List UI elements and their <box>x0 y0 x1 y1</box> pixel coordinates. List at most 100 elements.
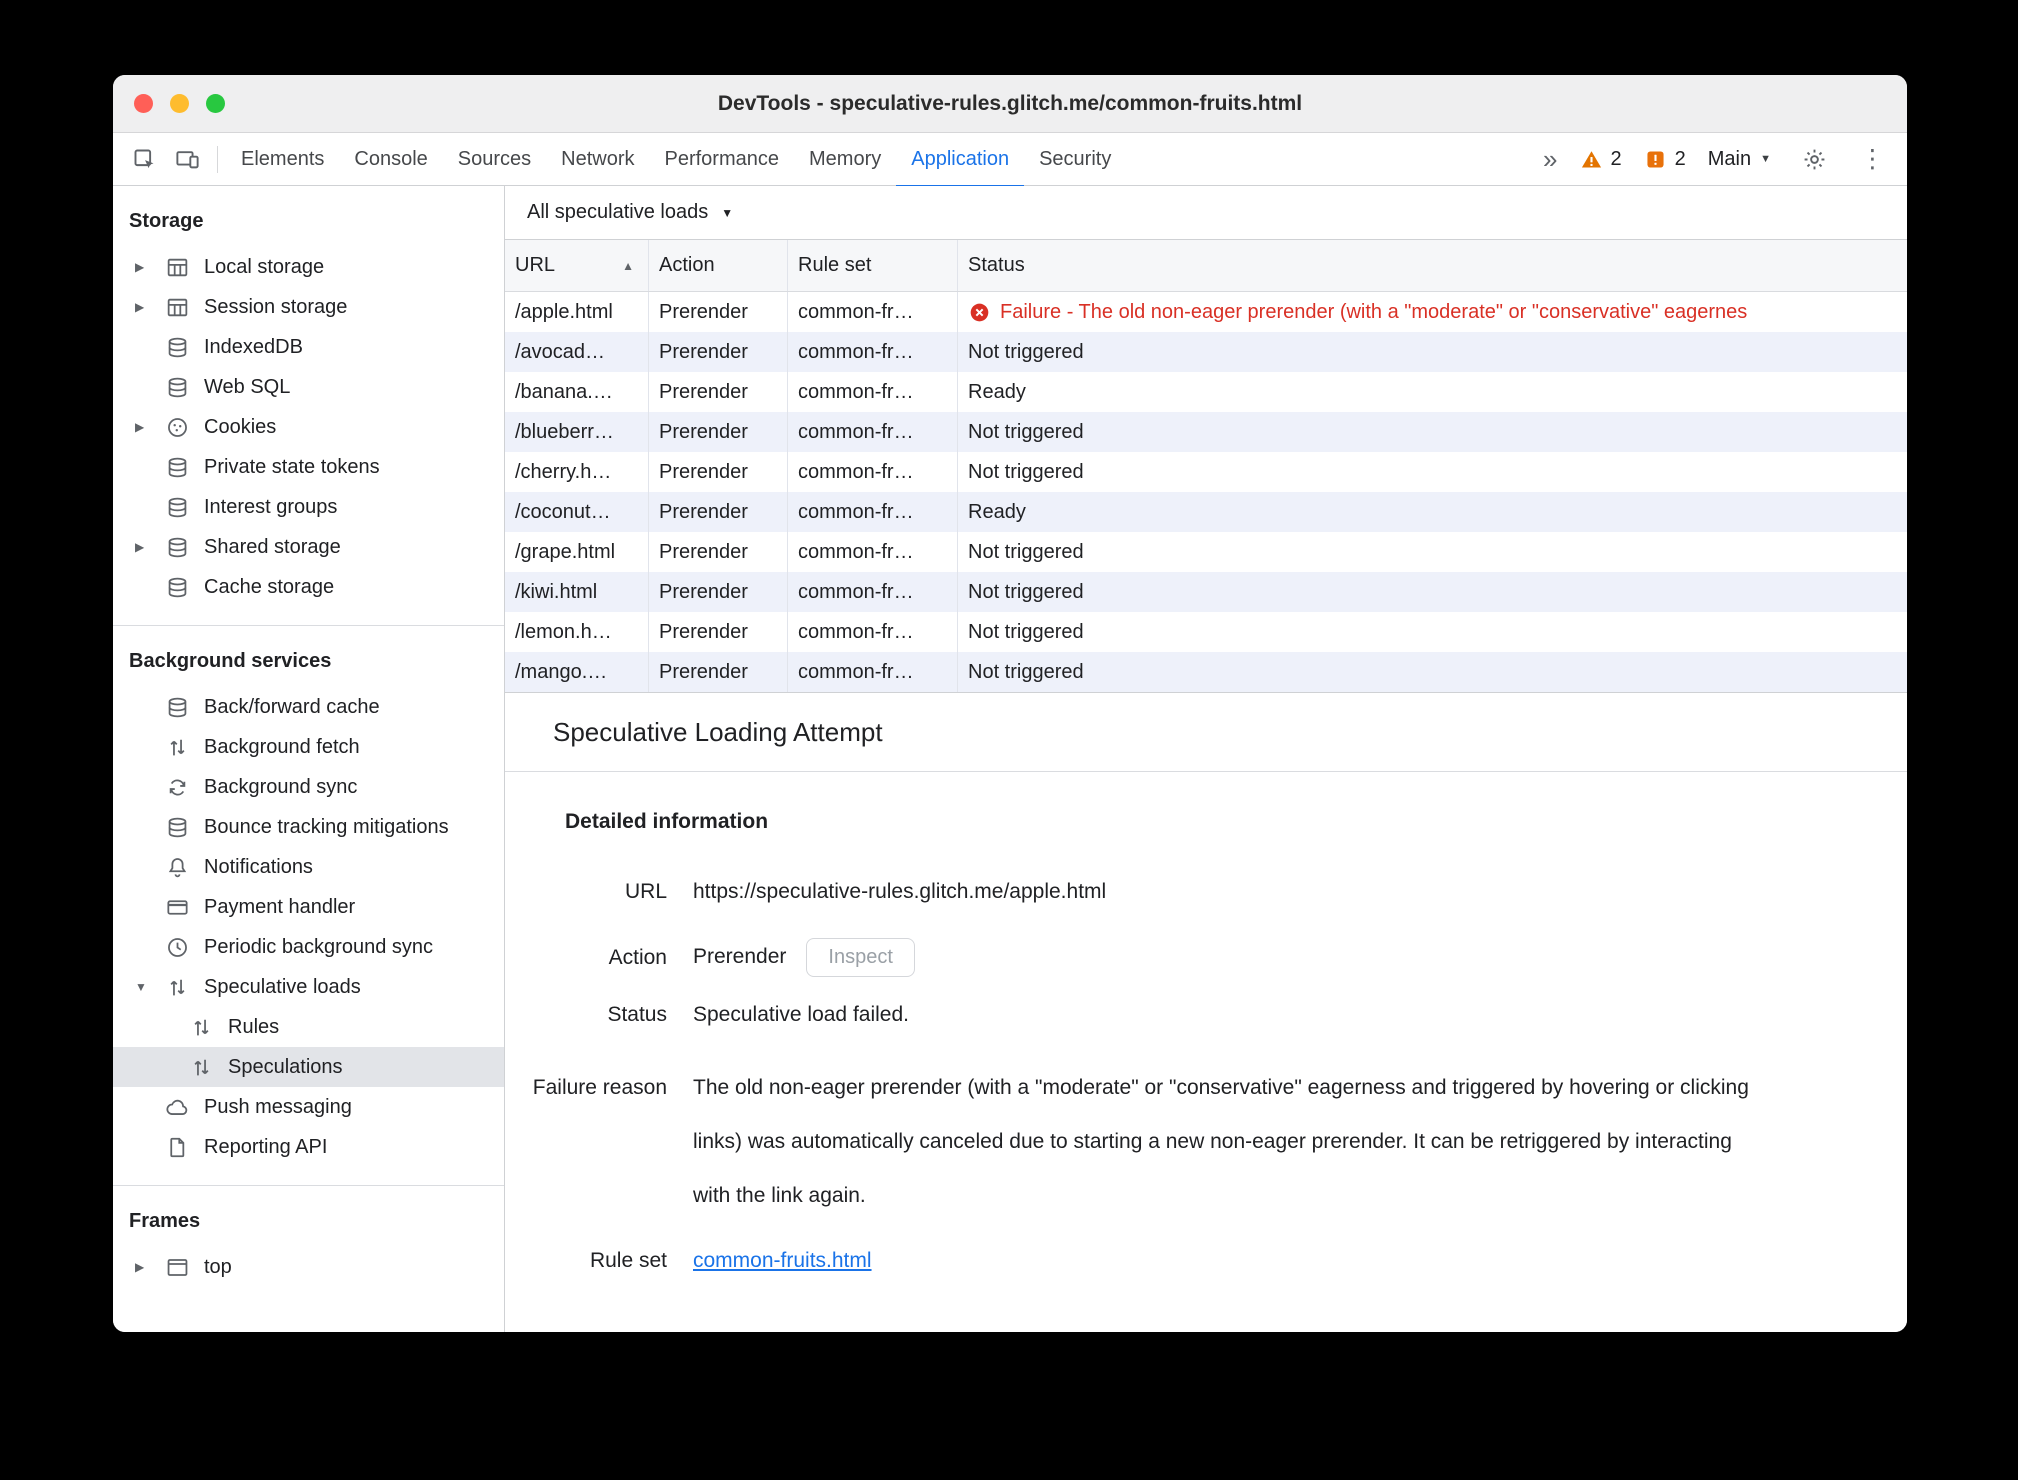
table-row[interactable]: /apple.html Prerender common-fr… Failure… <box>505 292 1907 332</box>
column-header-action[interactable]: Action <box>649 240 788 291</box>
tab-network[interactable]: Network <box>546 130 649 188</box>
minimize-window-button[interactable] <box>170 94 189 113</box>
warning-count: 2 <box>1610 147 1622 170</box>
detail-url-value: https://speculative-rules.glitch.me/appl… <box>693 880 1107 903</box>
expand-icon[interactable]: ▶ <box>135 300 165 314</box>
sidebar-item-background-sync[interactable]: Background sync <box>113 767 504 807</box>
tab-performance[interactable]: Performance <box>650 130 795 188</box>
sidebar-item-interest-groups[interactable]: Interest groups <box>113 487 504 527</box>
database-icon <box>165 335 190 360</box>
sidebar-item-periodic-background-sync[interactable]: Periodic background sync <box>113 927 504 967</box>
sidebar-item-private-state-tokens[interactable]: Private state tokens <box>113 447 504 487</box>
rule-set-link[interactable]: common-fruits.html <box>693 1249 872 1272</box>
tab-security[interactable]: Security <box>1024 130 1126 188</box>
settings-button[interactable] <box>1793 142 1836 177</box>
expand-icon[interactable]: ▶ <box>135 540 165 554</box>
database-icon <box>165 815 190 840</box>
expand-icon[interactable]: ▶ <box>135 1260 165 1274</box>
sidebar-item-bounce-tracking-mitigations[interactable]: Bounce tracking mitigations <box>113 807 504 847</box>
tab-sources[interactable]: Sources <box>443 130 546 188</box>
inspect-button[interactable]: Inspect <box>806 938 915 977</box>
storage-section: Storage ▶ Local storage ▶ Session storag… <box>113 186 504 625</box>
sidebar-item-local-storage[interactable]: ▶ Local storage <box>113 247 504 287</box>
sidebar-item-push-messaging[interactable]: Push messaging <box>113 1087 504 1127</box>
expand-icon[interactable]: ▶ <box>135 420 165 434</box>
speculative-loads-filter-dropdown[interactable]: All speculative loads <box>527 201 708 224</box>
up-down-arrows-icon <box>165 735 190 760</box>
issue-count: 2 <box>1674 147 1686 170</box>
sync-icon <box>165 775 190 800</box>
table-row[interactable]: /blueberr… Prerender common-fr… Not trig… <box>505 412 1907 452</box>
toolbar-right-cluster: » 2 2 Main ▼ ⋮ <box>1543 142 1891 177</box>
detail-row-action: Action Prerender Inspect <box>525 938 1877 977</box>
sidebar-item-cache-storage[interactable]: Cache storage <box>113 567 504 607</box>
gear-icon <box>1801 146 1828 173</box>
sidebar-item-shared-storage[interactable]: ▶ Shared storage <box>113 527 504 567</box>
detail-pane: Detailed information URL https://specula… <box>505 772 1907 1332</box>
table-row[interactable]: /lemon.h… Prerender common-fr… Not trigg… <box>505 612 1907 652</box>
close-window-button[interactable] <box>134 94 153 113</box>
tab-console[interactable]: Console <box>339 130 442 188</box>
table-row[interactable]: /cherry.h… Prerender common-fr… Not trig… <box>505 452 1907 492</box>
application-sidebar: Storage ▶ Local storage ▶ Session storag… <box>113 186 505 1332</box>
failure-icon <box>968 301 991 324</box>
column-header-rule-set[interactable]: Rule set <box>788 240 958 291</box>
toolbar-divider <box>217 145 218 173</box>
more-tabs-button[interactable]: » <box>1543 146 1557 172</box>
detail-row-rule-set: Rule set common-fruits.html <box>589 1249 872 1272</box>
column-header-status[interactable]: Status <box>958 240 1907 291</box>
table-row[interactable]: /banana.… Prerender common-fr… Ready <box>505 372 1907 412</box>
main-context-label: Main <box>1707 147 1752 170</box>
sidebar-item-speculations[interactable]: Speculations <box>113 1047 504 1087</box>
tab-application[interactable]: Application <box>896 130 1025 188</box>
sidebar-item-indexeddb[interactable]: IndexedDB <box>113 327 504 367</box>
table-row[interactable]: /avocad… Prerender common-fr… Not trigge… <box>505 332 1907 372</box>
device-toolbar-icon <box>174 146 201 173</box>
database-icon <box>165 535 190 560</box>
collapse-icon[interactable]: ▼ <box>135 980 165 994</box>
issues-icon <box>1644 148 1667 171</box>
database-icon <box>165 695 190 720</box>
device-toolbar-button[interactable] <box>166 142 209 177</box>
zoom-window-button[interactable] <box>206 94 225 113</box>
up-down-arrows-icon <box>189 1055 214 1080</box>
filter-bar: All speculative loads ▼ <box>505 186 1907 240</box>
column-header-url[interactable]: URL ▲ <box>505 240 649 291</box>
warnings-counter[interactable]: 2 <box>1580 148 1622 171</box>
sidebar-item-notifications[interactable]: Notifications <box>113 847 504 887</box>
tab-memory[interactable]: Memory <box>794 130 896 188</box>
table-row[interactable]: /mango.… Prerender common-fr… Not trigge… <box>505 652 1907 692</box>
up-down-arrows-icon <box>189 1015 214 1040</box>
sidebar-item-background-fetch[interactable]: Background fetch <box>113 727 504 767</box>
sidebar-item-rules[interactable]: Rules <box>113 1007 504 1047</box>
titlebar: DevTools - speculative-rules.glitch.me/c… <box>113 75 1907 133</box>
sidebar-item-web-sql[interactable]: Web SQL <box>113 367 504 407</box>
inspect-element-button[interactable] <box>123 142 166 177</box>
sidebar-item-back-forward-cache[interactable]: Back/forward cache <box>113 687 504 727</box>
issues-counter[interactable]: 2 <box>1644 148 1686 171</box>
sidebar-item-top-frame[interactable]: ▶ top <box>113 1247 504 1287</box>
storage-section-header: Storage <box>129 210 204 232</box>
sidebar-item-payment-handler[interactable]: Payment handler <box>113 887 504 927</box>
sidebar-item-session-storage[interactable]: ▶ Session storage <box>113 287 504 327</box>
chevron-down-icon[interactable]: ▼ <box>721 206 733 220</box>
table-row[interactable]: /grape.html Prerender common-fr… Not tri… <box>505 532 1907 572</box>
speculations-panel: All speculative loads ▼ URL ▲ Action Rul… <box>505 186 1907 1332</box>
detail-row-failure-reason: Failure reason The old non-eager prerend… <box>525 1061 1877 1223</box>
tab-elements[interactable]: Elements <box>226 130 339 188</box>
table-row[interactable]: /kiwi.html Prerender common-fr… Not trig… <box>505 572 1907 612</box>
detail-row-url: URL https://speculative-rules.glitch.me/… <box>624 880 1107 903</box>
table-row[interactable]: /coconut… Prerender common-fr… Ready <box>505 492 1907 532</box>
devtools-toolbar: Elements Console Sources Network Perform… <box>113 130 1907 188</box>
sidebar-item-speculative-loads[interactable]: ▼ Speculative loads <box>113 967 504 1007</box>
database-icon <box>165 495 190 520</box>
more-options-button[interactable]: ⋮ <box>1858 146 1887 172</box>
expand-icon[interactable]: ▶ <box>135 260 165 274</box>
sidebar-item-reporting-api[interactable]: Reporting API <box>113 1127 504 1167</box>
sidebar-item-cookies[interactable]: ▶ Cookies <box>113 407 504 447</box>
sort-ascending-icon: ▲ <box>622 258 634 273</box>
database-icon <box>165 375 190 400</box>
main-context-selector[interactable]: Main ▼ <box>1708 148 1771 171</box>
detail-pane-header: Speculative Loading Attempt <box>505 693 1907 772</box>
chevron-down-icon: ▼ <box>1760 153 1771 165</box>
